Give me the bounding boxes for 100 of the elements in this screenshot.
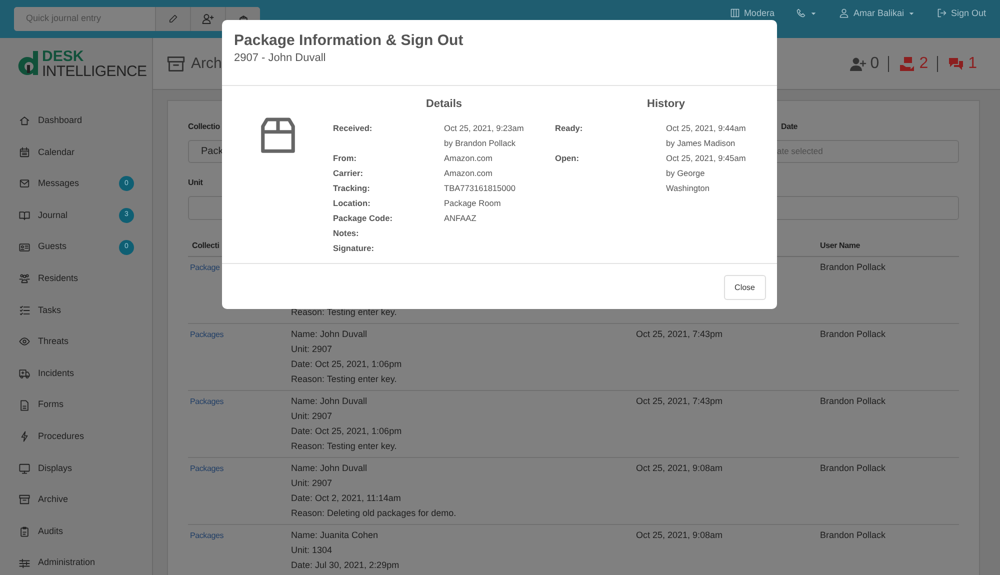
phone-icon bbox=[796, 8, 806, 18]
field-label: Open: bbox=[555, 152, 580, 165]
table-cell: Oct 25, 2021, 7:43pm bbox=[636, 328, 723, 338]
table-cell: Brandon Pollack bbox=[820, 396, 886, 406]
dialog-subtitle: 2907 - John Duvall bbox=[234, 51, 327, 66]
add-person-button[interactable] bbox=[190, 7, 225, 31]
column-header: Collecti bbox=[192, 240, 220, 250]
sidebar-item[interactable]: Audits bbox=[0, 516, 152, 548]
detail-text: Reason: Testing enter key. bbox=[291, 372, 398, 386]
field-label: From: bbox=[333, 152, 358, 164]
checklist-icon bbox=[19, 304, 30, 316]
table-cell: Oct 25, 2021, 7:43pm bbox=[636, 396, 723, 406]
sidebar-item[interactable]: Calendar bbox=[0, 136, 152, 168]
collection-link[interactable]: Package bbox=[190, 262, 220, 272]
field-value: by Brandon Pollack bbox=[444, 136, 516, 150]
field-value: Oct 25, 2021, 9:44am bbox=[666, 122, 747, 134]
caret-icon bbox=[908, 10, 915, 16]
clipboard-icon bbox=[19, 526, 30, 538]
collection-link[interactable]: Packages bbox=[190, 330, 224, 338]
field-value: by James Madison bbox=[666, 136, 736, 150]
field-label: Package Code: bbox=[333, 212, 394, 225]
sidebar-item[interactable]: Forms bbox=[0, 389, 152, 421]
sign-out-icon bbox=[936, 8, 947, 18]
field-label: Notes: bbox=[333, 226, 360, 240]
detail-text: Date: Oct 25, 2021, 1:06pm bbox=[291, 424, 403, 438]
collection-link[interactable]: Packages bbox=[190, 464, 224, 472]
pencil-icon bbox=[168, 14, 178, 24]
field-label: Signature: bbox=[333, 242, 376, 255]
logo-text: INTELLIGENCE bbox=[42, 64, 147, 79]
collection-link[interactable]: Packages bbox=[190, 530, 224, 540]
field-value: Package Room bbox=[444, 196, 502, 210]
column-header: User Name bbox=[820, 240, 860, 250]
monitor-icon bbox=[19, 462, 30, 474]
caret-icon bbox=[810, 10, 818, 16]
field-value: Oct 25, 2021, 9:45am bbox=[666, 152, 747, 164]
sidebar-item[interactable]: Procedures bbox=[0, 420, 152, 453]
table-cell: Brandon Pollack bbox=[820, 530, 886, 540]
envelope-icon bbox=[19, 178, 30, 190]
detail-text: Reason: Testing enter key. bbox=[291, 306, 398, 319]
sidebar-item[interactable]: Archive bbox=[0, 484, 152, 516]
sidebar-item[interactable]: Dashboard bbox=[0, 105, 152, 137]
phone-menu[interactable] bbox=[796, 8, 818, 18]
sidebar-item[interactable]: Residents bbox=[0, 262, 152, 295]
home-icon bbox=[19, 115, 30, 126]
detail-text: Unit: 2907 bbox=[291, 342, 334, 356]
field-label: Tracking: bbox=[333, 182, 371, 195]
sidebar-item[interactable]: Displays bbox=[0, 452, 152, 484]
ambulance-icon bbox=[19, 368, 30, 380]
detail-text: Name: John Duvall bbox=[291, 462, 368, 474]
archive-icon bbox=[167, 54, 185, 72]
sliders-icon bbox=[19, 558, 30, 569]
detail-text: Name: John Duvall bbox=[291, 328, 368, 340]
logo-text: DESK bbox=[42, 49, 84, 64]
detail-text: Unit: 2907 bbox=[291, 410, 334, 422]
field-label: Ready: bbox=[555, 122, 584, 135]
sidebar-item[interactable]: Incidents bbox=[0, 358, 152, 390]
table-cell: Brandon Pollack bbox=[820, 262, 886, 272]
table-cell: Brandon Pollack bbox=[820, 462, 886, 472]
logo-icon bbox=[18, 51, 40, 77]
field-label: Location: bbox=[333, 196, 372, 210]
id-card-icon bbox=[19, 242, 30, 253]
field-value: ANFAAZ bbox=[444, 212, 478, 224]
sidebar-item[interactable]: Administration bbox=[0, 547, 152, 575]
user-icon bbox=[839, 8, 850, 18]
book-icon bbox=[19, 210, 30, 222]
page-title: Arch bbox=[191, 56, 222, 71]
field-label: Received: bbox=[333, 122, 374, 134]
archive-icon bbox=[19, 494, 30, 506]
section-heading: History bbox=[646, 97, 686, 112]
sidebar-item[interactable]: Threats bbox=[0, 326, 152, 358]
field-label: Unit bbox=[188, 177, 203, 189]
detail-text: Date: Jul 30, 2021, 2:29pm bbox=[291, 558, 400, 572]
field-label: Date bbox=[781, 121, 798, 133]
detail-text: Unit: 2907 bbox=[291, 476, 334, 490]
sign-out-link[interactable]: Sign Out bbox=[936, 8, 986, 18]
sidebar-item[interactable]: Tasks bbox=[0, 294, 152, 326]
board-icon bbox=[730, 8, 740, 18]
bolt-icon bbox=[19, 431, 30, 442]
table-cell: Oct 25, 2021, 9:08am bbox=[636, 462, 723, 472]
detail-text: Unit: 1304 bbox=[291, 544, 334, 556]
field-label: Collectio bbox=[188, 121, 220, 133]
field-value: TBA773161815000 bbox=[444, 182, 517, 194]
close-button[interactable]: Close bbox=[724, 275, 766, 300]
field-value: Amazon.com bbox=[444, 152, 494, 164]
role-link[interactable]: Modera bbox=[730, 8, 774, 18]
field-value: Amazon.com bbox=[444, 166, 494, 180]
counter-value: 0 bbox=[870, 56, 880, 72]
field-label: Carrier: bbox=[333, 166, 364, 180]
section-heading: Details bbox=[424, 97, 464, 112]
detail-text: Name: John Duvall bbox=[291, 394, 368, 408]
counter-value: 1 bbox=[968, 56, 977, 72]
document-icon bbox=[19, 400, 30, 411]
detail-text: Date: Oct 25, 2021, 1:06pm bbox=[291, 358, 403, 371]
detail-text: Reason: Deleting old packages for demo. bbox=[291, 506, 458, 520]
dialog-title: Package Information & Sign Out bbox=[234, 32, 464, 50]
collection-link[interactable]: Packages bbox=[190, 396, 224, 406]
user-menu[interactable]: Amar Balikai bbox=[839, 8, 915, 18]
detail-text: Date: Oct 2, 2021, 11:14am bbox=[291, 492, 402, 504]
counter-value: 2 bbox=[919, 56, 928, 72]
field-value: by George bbox=[666, 166, 706, 180]
